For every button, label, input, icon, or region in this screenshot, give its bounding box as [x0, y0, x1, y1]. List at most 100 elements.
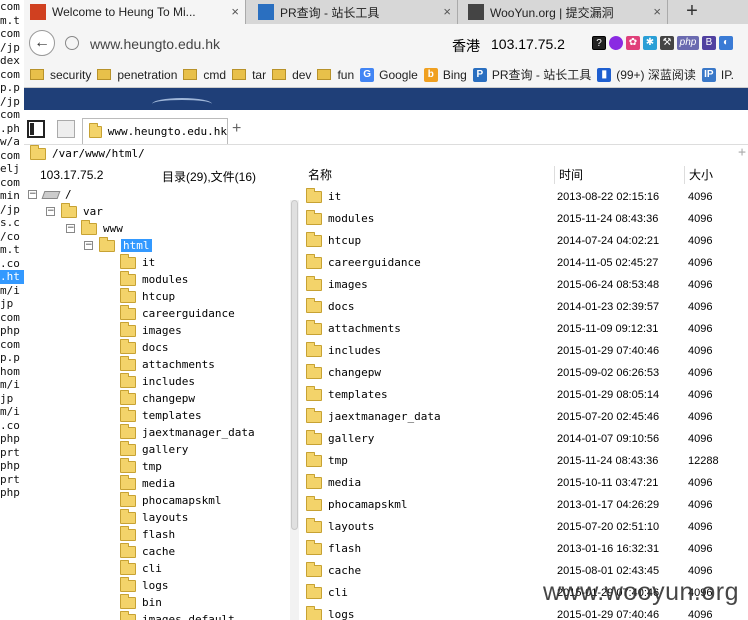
tree-node-label[interactable]: attachments: [142, 358, 215, 371]
tree-node[interactable]: templates: [120, 406, 202, 424]
file-name-cell[interactable]: logs: [306, 605, 355, 620]
tree-node[interactable]: images: [120, 321, 182, 339]
tree-node[interactable]: phocamapskml: [120, 491, 221, 509]
tree-node[interactable]: gallery: [120, 440, 188, 458]
close-tab-icon[interactable]: ×: [653, 4, 661, 19]
table-row[interactable]: includes 2015-01-29 07:40:46 4096: [304, 340, 748, 362]
tree-node[interactable]: media: [120, 474, 175, 492]
new-tab-button[interactable]: +: [680, 0, 704, 24]
tree-node-label[interactable]: bin: [142, 596, 162, 609]
close-tab-icon[interactable]: ×: [443, 4, 451, 19]
tree-node-label[interactable]: html: [121, 239, 152, 252]
table-row[interactable]: media 2015-10-11 03:47:21 4096: [304, 472, 748, 494]
collapse-icon[interactable]: −: [46, 207, 55, 216]
file-name-cell[interactable]: cache: [306, 561, 361, 577]
tree-node-label[interactable]: htcup: [142, 290, 175, 303]
bookmark-item[interactable]: IP IP.: [701, 67, 734, 82]
tree-node-label[interactable]: cache: [142, 545, 175, 558]
tree-node[interactable]: careerguidance: [120, 304, 235, 322]
collapse-icon[interactable]: −: [28, 190, 37, 199]
tree-node-label[interactable]: modules: [142, 273, 188, 286]
file-name-cell[interactable]: jaextmanager_data: [306, 407, 441, 423]
tree-node[interactable]: it: [120, 253, 155, 271]
file-name-cell[interactable]: layouts: [306, 517, 374, 533]
bookmark-item[interactable]: tar: [232, 68, 266, 82]
table-row[interactable]: changepw 2015-09-02 06:26:53 4096: [304, 362, 748, 384]
tree-node[interactable]: docs: [120, 338, 169, 356]
table-row[interactable]: docs 2014-01-23 02:39:57 4096: [304, 296, 748, 318]
browser-tab-heungto[interactable]: Welcome to Heung To Mi... ×: [24, 0, 246, 24]
app-tab-site[interactable]: www.heungto.edu.hk: [82, 118, 228, 144]
column-name[interactable]: 名称: [304, 166, 554, 184]
tree-node[interactable]: logs: [120, 576, 169, 594]
feather-icon[interactable]: [606, 33, 626, 53]
tree-node[interactable]: flash: [120, 525, 175, 543]
browser-tab-wooyun[interactable]: WooYun.org | 提交漏洞 ×: [462, 0, 668, 24]
table-row[interactable]: htcup 2014-07-24 04:02:21 4096: [304, 230, 748, 252]
file-name-cell[interactable]: modules: [306, 209, 374, 225]
table-row[interactable]: templates 2015-01-29 08:05:14 4096: [304, 384, 748, 406]
file-name-cell[interactable]: templates: [306, 385, 388, 401]
file-name-cell[interactable]: gallery: [306, 429, 374, 445]
file-name-cell[interactable]: tmp: [306, 451, 348, 467]
tree-node-label[interactable]: cli: [142, 562, 162, 575]
file-name-cell[interactable]: flash: [306, 539, 361, 555]
tree-node-label[interactable]: layouts: [142, 511, 188, 524]
table-row[interactable]: jaextmanager_data 2015-07-20 02:45:46 4096: [304, 406, 748, 428]
file-name-cell[interactable]: media: [306, 473, 361, 489]
tree-node-label[interactable]: phocamapskml: [142, 494, 221, 507]
file-name-cell[interactable]: changepw: [306, 363, 381, 379]
table-row[interactable]: careerguidance 2014-11-05 02:45:27 4096: [304, 252, 748, 274]
bookmark-item[interactable]: security: [30, 68, 91, 82]
tree-node[interactable]: cli: [120, 559, 162, 577]
tree-node-label[interactable]: images_default: [142, 613, 235, 620]
wrench-icon[interactable]: ⚒: [660, 36, 674, 50]
path-bar[interactable]: /var/www/html/ +: [24, 144, 748, 162]
tree-node-label[interactable]: it: [142, 256, 155, 269]
table-row[interactable]: gallery 2014-01-07 09:10:56 4096: [304, 428, 748, 450]
collapse-icon[interactable]: −: [66, 224, 75, 233]
tree-node-label[interactable]: changepw: [142, 392, 195, 405]
flower-icon[interactable]: ✿: [626, 36, 640, 50]
tree-node-label[interactable]: careerguidance: [142, 307, 235, 320]
bookmark-item[interactable]: cmd: [183, 68, 226, 82]
tree-node[interactable]: − www: [66, 219, 123, 237]
tree-scrollbar[interactable]: [290, 200, 299, 620]
tree-node[interactable]: cache: [120, 542, 175, 560]
bookmark-item[interactable]: P PR查询 - 站长工具: [472, 66, 591, 83]
tree-scrollbar-thumb[interactable]: [291, 200, 298, 530]
file-name-cell[interactable]: htcup: [306, 231, 361, 247]
tree-node-label[interactable]: gallery: [142, 443, 188, 456]
tree-node-label[interactable]: logs: [142, 579, 169, 592]
file-name-cell[interactable]: it: [306, 187, 341, 203]
tree-node[interactable]: − /: [28, 186, 72, 203]
file-name-cell[interactable]: includes: [306, 341, 381, 357]
close-tab-icon[interactable]: ×: [231, 4, 239, 19]
bookmark-item[interactable]: b Bing: [423, 67, 467, 82]
help-icon[interactable]: ?: [592, 36, 606, 50]
tree-node-label[interactable]: jaextmanager_data: [142, 426, 255, 439]
tree-node[interactable]: − var: [46, 202, 103, 220]
tree-node[interactable]: images_default: [120, 610, 235, 620]
tree-node-label[interactable]: docs: [142, 341, 169, 354]
table-row[interactable]: flash 2013-01-16 16:32:31 4096: [304, 538, 748, 560]
tree-node-label[interactable]: /: [65, 188, 72, 201]
current-path[interactable]: /var/www/html/: [52, 147, 145, 160]
file-name-cell[interactable]: images: [306, 275, 368, 291]
bookmark-item[interactable]: dev: [272, 68, 311, 82]
tree-node[interactable]: attachments: [120, 355, 215, 373]
tree-node-label[interactable]: www: [103, 222, 123, 235]
tree-node[interactable]: layouts: [120, 508, 188, 526]
tree-node-label[interactable]: flash: [142, 528, 175, 541]
table-row[interactable]: modules 2015-11-24 08:43:36 4096: [304, 208, 748, 230]
browser-tab-pr[interactable]: PR查询 - 站长工具 ×: [252, 0, 458, 24]
tree-node-label[interactable]: media: [142, 477, 175, 490]
tree-node[interactable]: changepw: [120, 389, 195, 407]
table-row[interactable]: tmp 2015-11-24 08:43:36 12288: [304, 450, 748, 472]
path-add-button[interactable]: +: [738, 145, 746, 160]
panel-toggle-icon[interactable]: [27, 120, 45, 138]
column-time[interactable]: 时间: [554, 166, 684, 184]
grid-icon[interactable]: [57, 120, 75, 138]
joomla-icon[interactable]: ✱: [643, 36, 657, 50]
table-row[interactable]: images 2015-06-24 08:53:48 4096: [304, 274, 748, 296]
